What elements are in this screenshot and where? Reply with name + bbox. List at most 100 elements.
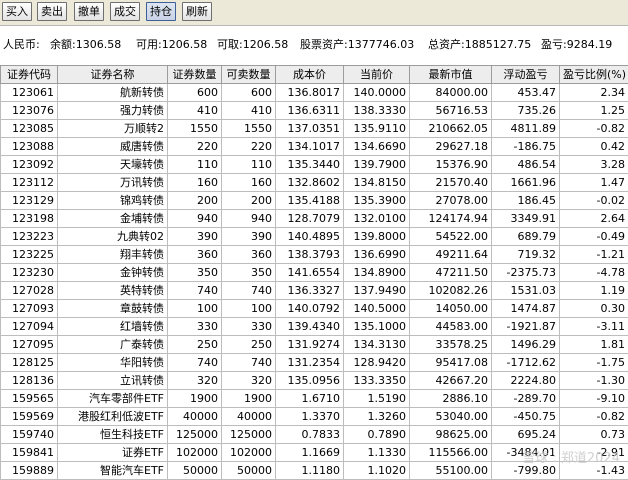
col-header-sellable[interactable]: 可卖数量 [222,66,276,84]
cell-market-value: 2886.10 [410,390,492,408]
currency-label: 人民币: [3,26,40,64]
cell-price: 133.3350 [344,372,410,390]
cell-pnl-ratio: -4.78 [560,264,628,282]
positions-table: 证券代码 证券名称 证券数量 可卖数量 成本价 当前价 最新市值 浮动盈亏 盈亏… [0,65,628,480]
cell-market-value: 42667.20 [410,372,492,390]
cell-name: 九典转02 [58,228,168,246]
cell-name: 万顺转2 [58,120,168,138]
cell-float-pnl: 689.79 [492,228,560,246]
table-row[interactable]: 127094红墙转债330330139.4340135.100044583.00… [1,318,628,336]
cell-float-pnl: 4811.89 [492,120,560,138]
table-row[interactable]: 123230金钟转债350350141.6554134.890047211.50… [1,264,628,282]
cell-cost: 1.1180 [276,462,344,480]
cell-quantity: 320 [168,372,222,390]
col-header-quantity[interactable]: 证券数量 [168,66,222,84]
table-row[interactable]: 123129锦鸡转债200200135.4188135.390027078.00… [1,192,628,210]
cell-quantity: 740 [168,282,222,300]
table-row[interactable]: 128136立讯转债320320135.0956133.335042667.20… [1,372,628,390]
cell-market-value: 102082.26 [410,282,492,300]
table-row[interactable]: 123085万顺转215501550137.0351135.9110210662… [1,120,628,138]
cell-pnl-ratio: -0.02 [560,192,628,210]
cell-price: 137.9490 [344,282,410,300]
cell-cost: 135.4188 [276,192,344,210]
table-row[interactable]: 159740恒生科技ETF1250001250000.78330.7890986… [1,426,628,444]
col-header-code[interactable]: 证券代码 [1,66,58,84]
cell-name: 英特转债 [58,282,168,300]
balance-value: 余额:1306.58 [50,26,121,64]
cell-float-pnl: 3349.91 [492,210,560,228]
cell-price: 139.8000 [344,228,410,246]
col-header-pnl-ratio[interactable]: 盈亏比例(%) [560,66,628,84]
cell-float-pnl: -2375.73 [492,264,560,282]
cell-pnl-ratio: -1.21 [560,246,628,264]
table-row[interactable]: 127093章鼓转债100100140.0792140.500014050.00… [1,300,628,318]
cell-price: 1.3260 [344,408,410,426]
positions-button[interactable]: 持仓 [146,2,176,21]
cancel-order-button[interactable]: 撤单 [74,2,104,21]
cell-pnl-ratio: -3.11 [560,318,628,336]
cell-quantity: 200 [168,192,222,210]
cell-price: 0.7890 [344,426,410,444]
cell-price: 1.1330 [344,444,410,462]
cell-code: 123225 [1,246,58,264]
cell-float-pnl: -1712.62 [492,354,560,372]
table-row[interactable]: 127028英特转债740740136.3327137.9490102082.2… [1,282,628,300]
col-header-price[interactable]: 当前价 [344,66,410,84]
cell-market-value: 15376.90 [410,156,492,174]
cell-float-pnl: 1496.29 [492,336,560,354]
cell-float-pnl: 735.26 [492,102,560,120]
cell-name: 汽车零部件ETF [58,390,168,408]
cell-quantity: 110 [168,156,222,174]
buy-button[interactable]: 买入 [2,2,32,21]
table-row[interactable]: 123092天壕转债110110135.3440139.790015376.90… [1,156,628,174]
cell-cost: 1.3370 [276,408,344,426]
table-row[interactable]: 123088威唐转债220220134.1017134.669029627.18… [1,138,628,156]
cell-code: 159740 [1,426,58,444]
refresh-button[interactable]: 刷新 [182,2,212,21]
sell-button[interactable]: 卖出 [37,2,67,21]
cell-sellable: 40000 [222,408,276,426]
table-row[interactable]: 127095广泰转债250250131.9274134.313033578.25… [1,336,628,354]
cell-market-value: 44583.00 [410,318,492,336]
cell-name: 恒生科技ETF [58,426,168,444]
cell-code: 128125 [1,354,58,372]
cell-price: 138.3330 [344,102,410,120]
cell-name: 翔丰转债 [58,246,168,264]
cell-cost: 131.2354 [276,354,344,372]
col-header-market-value[interactable]: 最新市值 [410,66,492,84]
cell-cost: 140.0792 [276,300,344,318]
cell-quantity: 125000 [168,426,222,444]
table-row[interactable]: 123198金埔转债940940128.7079132.0100124174.9… [1,210,628,228]
pnl-value: 盈亏:9284.19 [541,26,612,64]
cell-sellable: 102000 [222,444,276,462]
cell-price: 140.5000 [344,300,410,318]
table-row[interactable]: 123225翔丰转债360360138.3793136.699049211.64… [1,246,628,264]
table-row[interactable]: 159569港股红利低波ETF40000400001.33701.3260530… [1,408,628,426]
col-header-cost[interactable]: 成本价 [276,66,344,84]
cell-market-value: 54522.00 [410,228,492,246]
cell-price: 135.9110 [344,120,410,138]
table-row[interactable]: 123223九典转02390390140.4895139.800054522.0… [1,228,628,246]
trades-button[interactable]: 成交 [110,2,140,21]
cell-market-value: 27078.00 [410,192,492,210]
cell-float-pnl: 2224.80 [492,372,560,390]
table-row[interactable]: 159565汽车零部件ETF190019001.67101.51902886.1… [1,390,628,408]
col-header-name[interactable]: 证券名称 [58,66,168,84]
cell-code: 123230 [1,264,58,282]
cell-name: 金埔转债 [58,210,168,228]
table-row[interactable]: 123076强力转债410410136.6311138.333056716.53… [1,102,628,120]
watermark: 雪球 : 郑道2024 [522,447,620,466]
table-row[interactable]: 123112万讯转债160160132.8602134.815021570.40… [1,174,628,192]
col-header-float-pnl[interactable]: 浮动盈亏 [492,66,560,84]
table-row[interactable]: 128125华阳转债740740131.2354128.942095417.08… [1,354,628,372]
cell-code: 123198 [1,210,58,228]
table-row[interactable]: 123061航新转债600600136.8017140.000084000.00… [1,84,628,102]
cell-quantity: 40000 [168,408,222,426]
cell-price: 128.9420 [344,354,410,372]
cell-cost: 135.0956 [276,372,344,390]
cell-market-value: 98625.00 [410,426,492,444]
cell-pnl-ratio: -0.49 [560,228,628,246]
cell-pnl-ratio: -0.82 [560,120,628,138]
account-summary: 人民币: 余额:1306.58 可用:1206.58 可取:1206.58 股票… [0,26,628,64]
cell-name: 天壕转债 [58,156,168,174]
